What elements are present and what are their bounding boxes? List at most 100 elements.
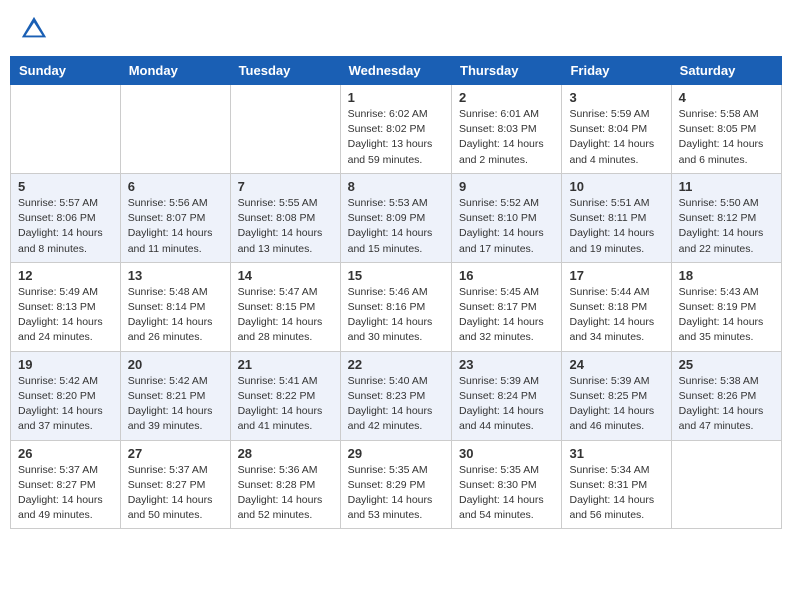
day-info: Sunrise: 5:38 AM Sunset: 8:26 PM Dayligh…: [679, 374, 774, 435]
day-number: 29: [348, 446, 444, 461]
calendar-cell: 9 Sunrise: 5:52 AM Sunset: 8:10 PM Daylig…: [452, 173, 562, 262]
logo: [20, 15, 52, 43]
calendar-cell: 16 Sunrise: 5:45 AM Sunset: 8:17 PM Dayli…: [452, 262, 562, 351]
calendar-cell: [11, 85, 121, 174]
calendar-cell: 28 Sunrise: 5:36 AM Sunset: 8:28 PM Dayli…: [230, 440, 340, 529]
day-number: 14: [238, 268, 333, 283]
day-number: 19: [18, 357, 113, 372]
day-info: Sunrise: 5:53 AM Sunset: 8:09 PM Dayligh…: [348, 196, 444, 257]
calendar-cell: 18 Sunrise: 5:43 AM Sunset: 8:19 PM Dayli…: [671, 262, 781, 351]
calendar-cell: [230, 85, 340, 174]
calendar-cell: 8 Sunrise: 5:53 AM Sunset: 8:09 PM Daylig…: [340, 173, 451, 262]
day-number: 23: [459, 357, 554, 372]
day-info: Sunrise: 5:42 AM Sunset: 8:21 PM Dayligh…: [128, 374, 223, 435]
day-number: 21: [238, 357, 333, 372]
day-number: 24: [569, 357, 663, 372]
calendar-week-row: 19 Sunrise: 5:42 AM Sunset: 8:20 PM Dayli…: [11, 351, 782, 440]
calendar-cell: 22 Sunrise: 5:40 AM Sunset: 8:23 PM Dayli…: [340, 351, 451, 440]
calendar-cell: 20 Sunrise: 5:42 AM Sunset: 8:21 PM Dayli…: [120, 351, 230, 440]
day-info: Sunrise: 5:41 AM Sunset: 8:22 PM Dayligh…: [238, 374, 333, 435]
day-number: 10: [569, 179, 663, 194]
day-number: 11: [679, 179, 774, 194]
column-header-saturday: Saturday: [671, 57, 781, 85]
day-number: 30: [459, 446, 554, 461]
day-info: Sunrise: 5:51 AM Sunset: 8:11 PM Dayligh…: [569, 196, 663, 257]
calendar-cell: [120, 85, 230, 174]
calendar-week-row: 26 Sunrise: 5:37 AM Sunset: 8:27 PM Dayli…: [11, 440, 782, 529]
calendar-cell: 6 Sunrise: 5:56 AM Sunset: 8:07 PM Daylig…: [120, 173, 230, 262]
calendar-week-row: 1 Sunrise: 6:02 AM Sunset: 8:02 PM Daylig…: [11, 85, 782, 174]
day-number: 20: [128, 357, 223, 372]
column-header-thursday: Thursday: [452, 57, 562, 85]
day-info: Sunrise: 6:02 AM Sunset: 8:02 PM Dayligh…: [348, 107, 444, 168]
day-number: 22: [348, 357, 444, 372]
calendar-cell: 7Sunrise: 5:55 AM Sunset: 8:08 PM Daylig…: [230, 173, 340, 262]
day-info: Sunrise: 5:35 AM Sunset: 8:29 PM Dayligh…: [348, 463, 444, 524]
calendar-table: SundayMondayTuesdayWednesdayThursdayFrid…: [10, 56, 782, 529]
calendar-cell: 25Sunrise: 5:38 AM Sunset: 8:26 PM Dayli…: [671, 351, 781, 440]
day-info: Sunrise: 5:58 AM Sunset: 8:05 PM Dayligh…: [679, 107, 774, 168]
calendar-cell: 30 Sunrise: 5:35 AM Sunset: 8:30 PM Dayli…: [452, 440, 562, 529]
day-info: Sunrise: 5:47 AM Sunset: 8:15 PM Dayligh…: [238, 285, 333, 346]
column-header-friday: Friday: [562, 57, 671, 85]
day-info: Sunrise: 5:43 AM Sunset: 8:19 PM Dayligh…: [679, 285, 774, 346]
day-number: 8: [348, 179, 444, 194]
calendar-week-row: 12Sunrise: 5:49 AM Sunset: 8:13 PM Dayli…: [11, 262, 782, 351]
day-number: 28: [238, 446, 333, 461]
day-number: 13: [128, 268, 223, 283]
calendar-cell: 5Sunrise: 5:57 AM Sunset: 8:06 PM Daylig…: [11, 173, 121, 262]
calendar-cell: 13 Sunrise: 5:48 AM Sunset: 8:14 PM Dayli…: [120, 262, 230, 351]
calendar-cell: 23 Sunrise: 5:39 AM Sunset: 8:24 PM Dayli…: [452, 351, 562, 440]
day-info: Sunrise: 5:37 AM Sunset: 8:27 PM Dayligh…: [128, 463, 223, 524]
day-info: Sunrise: 6:01 AM Sunset: 8:03 PM Dayligh…: [459, 107, 554, 168]
day-info: Sunrise: 5:55 AM Sunset: 8:08 PM Dayligh…: [238, 196, 333, 257]
day-number: 1: [348, 90, 444, 105]
day-info: Sunrise: 5:42 AM Sunset: 8:20 PM Dayligh…: [18, 374, 113, 435]
day-info: Sunrise: 5:52 AM Sunset: 8:10 PM Dayligh…: [459, 196, 554, 257]
day-number: 2: [459, 90, 554, 105]
day-info: Sunrise: 5:59 AM Sunset: 8:04 PM Dayligh…: [569, 107, 663, 168]
column-header-sunday: Sunday: [11, 57, 121, 85]
calendar-cell: 17 Sunrise: 5:44 AM Sunset: 8:18 PM Dayli…: [562, 262, 671, 351]
day-info: Sunrise: 5:44 AM Sunset: 8:18 PM Dayligh…: [569, 285, 663, 346]
day-info: Sunrise: 5:46 AM Sunset: 8:16 PM Dayligh…: [348, 285, 444, 346]
calendar-week-row: 5Sunrise: 5:57 AM Sunset: 8:06 PM Daylig…: [11, 173, 782, 262]
page-header: [10, 10, 782, 48]
logo-icon: [20, 15, 48, 43]
day-info: Sunrise: 5:34 AM Sunset: 8:31 PM Dayligh…: [569, 463, 663, 524]
day-info: Sunrise: 5:45 AM Sunset: 8:17 PM Dayligh…: [459, 285, 554, 346]
day-number: 9: [459, 179, 554, 194]
calendar-cell: 14 Sunrise: 5:47 AM Sunset: 8:15 PM Dayli…: [230, 262, 340, 351]
column-header-wednesday: Wednesday: [340, 57, 451, 85]
day-number: 4: [679, 90, 774, 105]
calendar-cell: 27 Sunrise: 5:37 AM Sunset: 8:27 PM Dayli…: [120, 440, 230, 529]
column-header-monday: Monday: [120, 57, 230, 85]
calendar-cell: 21 Sunrise: 5:41 AM Sunset: 8:22 PM Dayli…: [230, 351, 340, 440]
day-info: Sunrise: 5:56 AM Sunset: 8:07 PM Dayligh…: [128, 196, 223, 257]
day-number: 16: [459, 268, 554, 283]
calendar-cell: 12Sunrise: 5:49 AM Sunset: 8:13 PM Dayli…: [11, 262, 121, 351]
calendar-cell: 31Sunrise: 5:34 AM Sunset: 8:31 PM Dayli…: [562, 440, 671, 529]
day-info: Sunrise: 5:40 AM Sunset: 8:23 PM Dayligh…: [348, 374, 444, 435]
day-info: Sunrise: 5:35 AM Sunset: 8:30 PM Dayligh…: [459, 463, 554, 524]
calendar-cell: 19 Sunrise: 5:42 AM Sunset: 8:20 PM Dayli…: [11, 351, 121, 440]
day-info: Sunrise: 5:39 AM Sunset: 8:24 PM Dayligh…: [459, 374, 554, 435]
day-info: Sunrise: 5:36 AM Sunset: 8:28 PM Dayligh…: [238, 463, 333, 524]
day-number: 15: [348, 268, 444, 283]
calendar-cell: [671, 440, 781, 529]
day-number: 17: [569, 268, 663, 283]
calendar-cell: 2 Sunrise: 6:01 AM Sunset: 8:03 PM Daylig…: [452, 85, 562, 174]
calendar-cell: 26Sunrise: 5:37 AM Sunset: 8:27 PM Dayli…: [11, 440, 121, 529]
calendar-cell: 1 Sunrise: 6:02 AM Sunset: 8:02 PM Daylig…: [340, 85, 451, 174]
day-info: Sunrise: 5:50 AM Sunset: 8:12 PM Dayligh…: [679, 196, 774, 257]
day-number: 27: [128, 446, 223, 461]
day-info: Sunrise: 5:39 AM Sunset: 8:25 PM Dayligh…: [569, 374, 663, 435]
day-number: 26: [18, 446, 113, 461]
day-info: Sunrise: 5:48 AM Sunset: 8:14 PM Dayligh…: [128, 285, 223, 346]
day-number: 5: [18, 179, 113, 194]
calendar-header-row: SundayMondayTuesdayWednesdayThursdayFrid…: [11, 57, 782, 85]
calendar-cell: 3Sunrise: 5:59 AM Sunset: 8:04 PM Daylig…: [562, 85, 671, 174]
calendar-cell: 4 Sunrise: 5:58 AM Sunset: 8:05 PM Daylig…: [671, 85, 781, 174]
day-number: 6: [128, 179, 223, 194]
day-number: 18: [679, 268, 774, 283]
